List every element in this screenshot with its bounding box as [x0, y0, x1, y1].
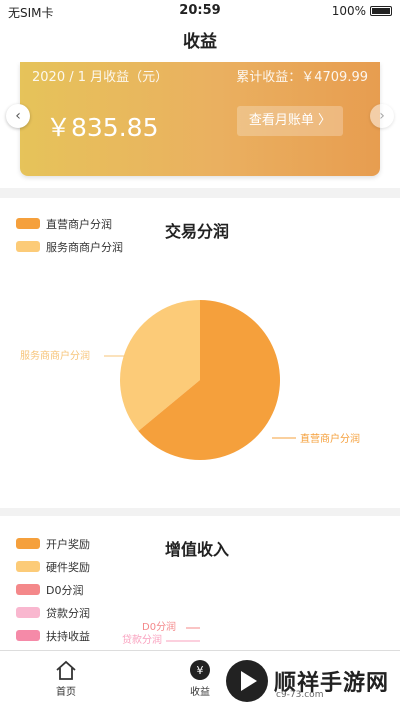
slice-label-loan: 贷款分润	[122, 633, 162, 646]
month-earnings-amount: ￥835.85	[46, 113, 159, 142]
watermark-logo-icon	[226, 660, 268, 702]
earnings-card: 2020 / 1 月收益（元） 累计收益：￥4709.99 ￥835.85 查看…	[20, 62, 380, 176]
status-bar: 无SIM卡 20:59 100%	[0, 0, 400, 22]
tab-label: 收益	[190, 687, 210, 698]
trade-pie-chart: 服务商商户分润 直营商户分润	[20, 300, 360, 460]
tab-earnings[interactable]: ¥ 收益	[170, 659, 230, 698]
status-right: 100%	[332, 4, 392, 18]
watermark-subtext: c9-73.com	[276, 690, 324, 700]
yuan-icon: ¥	[190, 660, 210, 680]
trade-profit-section: 直营商户分润 服务商商户分润 交易分润 服务商商户分润 直营商户分润	[0, 198, 400, 508]
watermark: 顺祥手游网 c9-73.com	[226, 656, 394, 706]
value-added-pie-labels: D0分润 贷款分润	[122, 620, 200, 646]
prev-month-button[interactable]: ‹	[6, 104, 30, 128]
tab-label: 首页	[56, 687, 76, 698]
view-monthly-bill-button[interactable]: 查看月账单 〉	[237, 106, 343, 136]
total-earnings-label: 累计收益：￥4709.99	[236, 70, 368, 85]
next-month-button[interactable]: ›	[370, 104, 394, 128]
content-scroll[interactable]: 2020 / 1 月收益（元） 累计收益：￥4709.99 ￥835.85 查看…	[0, 62, 400, 650]
home-icon	[56, 660, 76, 680]
month-earnings-label: 2020 / 1 月收益（元）	[32, 70, 169, 85]
earnings-card-area: 2020 / 1 月收益（元） 累计收益：￥4709.99 ￥835.85 查看…	[0, 62, 400, 188]
battery-percent: 100%	[331, 4, 366, 18]
svg-text:¥: ¥	[197, 664, 204, 677]
slice-label-d0: D0分润	[142, 620, 176, 633]
battery-icon	[370, 6, 392, 16]
slice-label-direct: 直营商户分润	[300, 432, 360, 445]
slice-label-service: 服务商商户分润	[20, 349, 90, 362]
page-title: 收益	[0, 22, 400, 62]
value-added-section: 开户奖励 硬件奖励 D0分润 贷款分润 扶持收益 增值收入 D0分润 贷款分润	[0, 516, 400, 650]
tab-home[interactable]: 首页	[36, 659, 96, 698]
